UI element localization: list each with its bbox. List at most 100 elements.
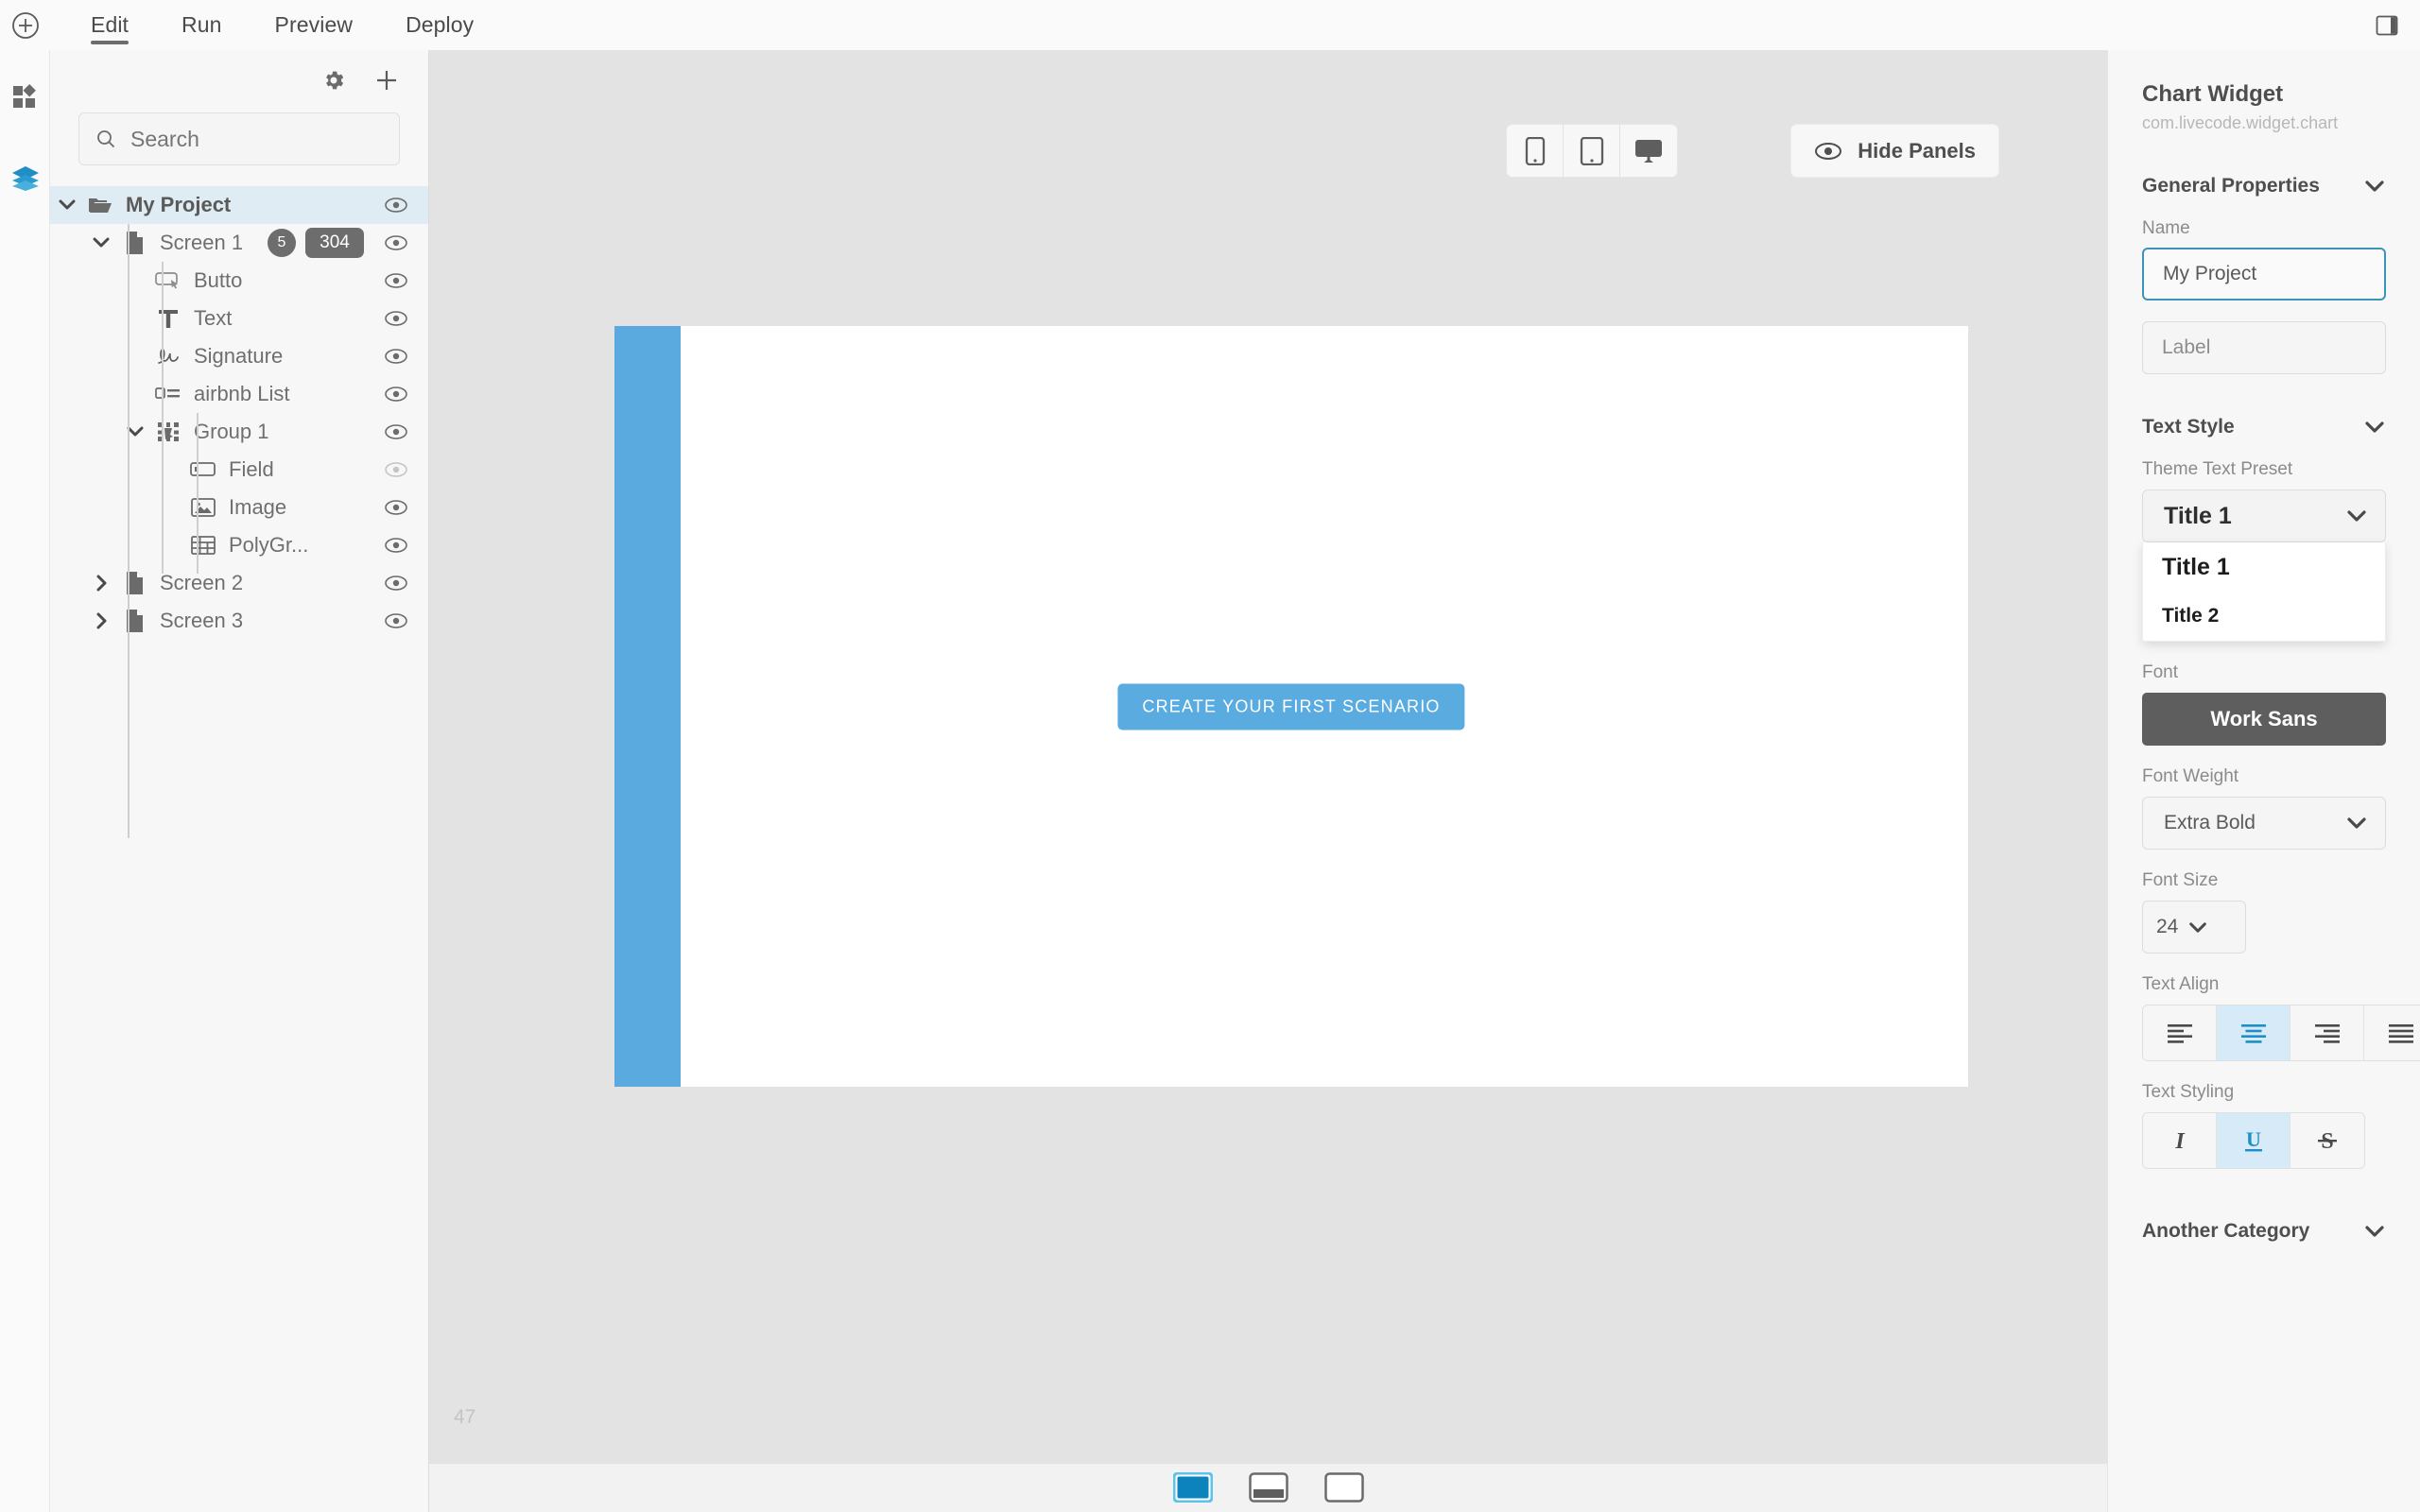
tree-row[interactable]: Butto xyxy=(50,262,428,300)
tree-twisty[interactable] xyxy=(84,574,118,593)
label-input[interactable] xyxy=(2142,321,2386,374)
strikethrough-button[interactable]: S xyxy=(2290,1113,2364,1168)
tree-twisty[interactable] xyxy=(84,236,118,249)
hide-panels-label: Hide Panels xyxy=(1858,138,1976,163)
tree-row[interactable]: Screen 3 xyxy=(50,602,428,640)
tree-twisty[interactable] xyxy=(118,425,152,438)
list-icon xyxy=(152,385,184,404)
text-icon xyxy=(152,307,184,330)
tree-row[interactable]: Screen 2 xyxy=(50,564,428,602)
section-general-properties[interactable]: General Properties xyxy=(2142,175,2386,198)
tree-row[interactable]: Screen 1 5 304 xyxy=(50,224,428,262)
layout-mode-empty-button[interactable] xyxy=(1323,1471,1365,1503)
tree-row[interactable]: airbnb List xyxy=(50,375,428,413)
visibility-toggle[interactable] xyxy=(379,423,413,440)
tree-twisty[interactable] xyxy=(84,611,118,630)
visibility-toggle[interactable] xyxy=(379,272,413,289)
tree-row[interactable]: Field xyxy=(50,451,428,489)
layout-mode-full-button[interactable] xyxy=(1172,1471,1214,1503)
device-desktop-button[interactable] xyxy=(1620,125,1677,177)
search-input[interactable] xyxy=(130,126,376,152)
align-right-button[interactable] xyxy=(2290,1005,2364,1060)
font-weight-label: Font Weight xyxy=(2142,766,2239,786)
icon-rail xyxy=(0,50,50,1512)
tree-row[interactable]: Group 1 xyxy=(50,413,428,451)
artboard[interactable]: CREATE YOUR FIRST SCENARIO xyxy=(614,326,1968,1087)
rail-item-widgets[interactable] xyxy=(0,71,50,124)
device-tablet-button[interactable] xyxy=(1564,125,1620,177)
chevron-down-icon xyxy=(2347,510,2366,522)
visibility-toggle[interactable] xyxy=(379,575,413,592)
plus-icon xyxy=(377,71,396,90)
visibility-toggle[interactable] xyxy=(379,197,413,214)
tree-row-label: Signature xyxy=(194,344,284,368)
project-tree: My Project Screen 1 5 304 Butto Text Sig… xyxy=(50,186,428,838)
tablet-icon xyxy=(1580,136,1603,165)
visibility-toggle[interactable] xyxy=(379,499,413,516)
tree-row[interactable]: PolyGr... xyxy=(50,526,428,564)
tree-row[interactable]: Signature xyxy=(50,337,428,375)
font-weight-select[interactable]: Extra Bold xyxy=(2142,797,2386,850)
tree-row[interactable]: Image xyxy=(50,489,428,526)
menu-item-deploy[interactable]: Deploy xyxy=(392,0,487,50)
desktop-icon xyxy=(1635,139,1662,163)
align-left-button[interactable] xyxy=(2143,1005,2217,1060)
add-object-button[interactable] xyxy=(372,65,402,95)
preset-option-title-1[interactable]: Title 1 xyxy=(2143,542,2385,592)
layout-split-icon xyxy=(1248,1472,1288,1503)
tree-row[interactable]: My Project xyxy=(50,186,428,224)
italic-button[interactable]: I xyxy=(2143,1113,2217,1168)
preset-option-title-2[interactable]: Title 2 xyxy=(2143,592,2385,641)
align-justify-button[interactable] xyxy=(2364,1005,2420,1060)
visibility-toggle[interactable] xyxy=(379,612,413,629)
phone-icon xyxy=(1525,136,1545,165)
tree-twisty[interactable] xyxy=(50,198,84,212)
visibility-toggle[interactable] xyxy=(379,310,413,327)
image-icon xyxy=(187,497,219,518)
font-select-button[interactable]: Work Sans xyxy=(2142,693,2386,746)
visibility-toggle[interactable] xyxy=(379,386,413,403)
tree-row-label: PolyGr... xyxy=(229,533,309,557)
visibility-toggle[interactable] xyxy=(379,234,413,251)
add-new-button[interactable] xyxy=(9,9,42,42)
menu-item-edit[interactable]: Edit xyxy=(78,0,142,50)
search-box[interactable] xyxy=(78,112,400,165)
menu-item-preview[interactable]: Preview xyxy=(262,0,367,50)
visibility-toggle[interactable] xyxy=(379,461,413,478)
tree-guide-line xyxy=(197,413,199,574)
layout-mode-split-button[interactable] xyxy=(1248,1471,1289,1503)
eye-icon xyxy=(385,198,407,213)
section-text-style[interactable]: Text Style xyxy=(2142,416,2386,438)
signature-icon xyxy=(152,346,184,367)
project-settings-button[interactable] xyxy=(319,65,349,95)
name-input[interactable] xyxy=(2142,248,2386,301)
visibility-toggle[interactable] xyxy=(379,348,413,365)
panel-toggle-button[interactable] xyxy=(2371,9,2403,42)
properties-title: Chart Widget xyxy=(2142,81,2284,107)
artboard-side-strip xyxy=(614,326,681,1087)
align-justify-icon xyxy=(2389,1024,2413,1043)
eye-icon xyxy=(385,387,407,402)
tree-row[interactable]: Text xyxy=(50,300,428,337)
theme-text-preset-value: Title 1 xyxy=(2164,502,2232,529)
eye-icon xyxy=(385,462,407,477)
text-styling-group: I U S xyxy=(2142,1112,2365,1169)
hide-panels-button[interactable]: Hide Panels xyxy=(1790,124,1999,178)
zoom-level-label: 47 xyxy=(454,1406,476,1428)
align-center-button[interactable] xyxy=(2217,1005,2290,1060)
section-label: Another Category xyxy=(2142,1220,2310,1242)
eye-icon xyxy=(385,613,407,628)
device-phone-button[interactable] xyxy=(1507,125,1564,177)
theme-text-preset-select[interactable]: Title 1 xyxy=(2142,490,2386,542)
font-size-select[interactable]: 24 xyxy=(2142,901,2246,954)
project-panel-header xyxy=(50,50,428,107)
rail-item-layers[interactable] xyxy=(0,152,50,205)
theme-text-preset-label: Theme Text Preset xyxy=(2142,459,2293,479)
menu-item-run[interactable]: Run xyxy=(168,0,235,50)
align-center-icon xyxy=(2240,1024,2266,1043)
underline-button[interactable]: U xyxy=(2217,1113,2290,1168)
create-first-scenario-button[interactable]: CREATE YOUR FIRST SCENARIO xyxy=(1117,683,1465,730)
visibility-toggle[interactable] xyxy=(379,537,413,554)
tree-row-label: Text xyxy=(194,306,233,330)
section-another-category[interactable]: Another Category xyxy=(2142,1220,2386,1243)
